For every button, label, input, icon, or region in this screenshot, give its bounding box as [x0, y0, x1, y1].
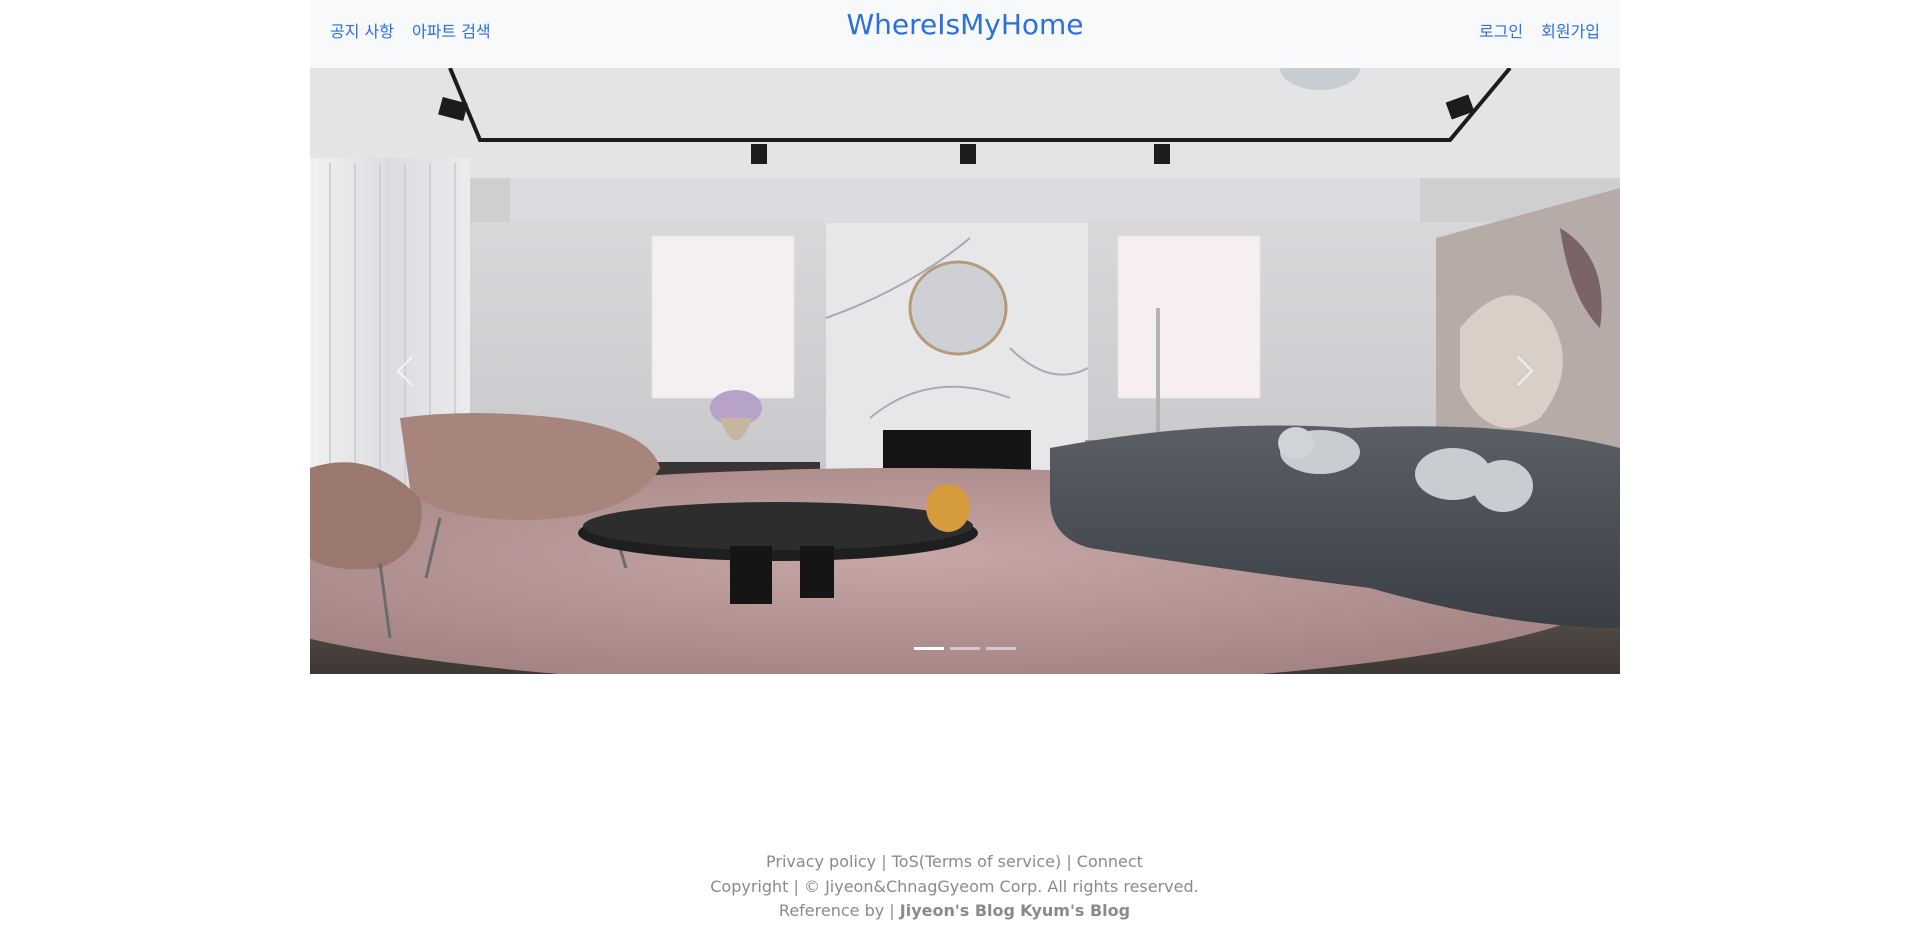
nav-right: 로그인 회원가입 [1479, 0, 1600, 60]
footer: Privacy policy | ToS(Terms of service) |… [0, 850, 1909, 924]
carousel-next-button[interactable] [1450, 68, 1600, 674]
carousel-indicator-2[interactable] [950, 647, 980, 650]
carousel-prev-button[interactable] [330, 68, 480, 674]
connect-link[interactable]: Connect [1077, 852, 1143, 871]
chevron-left-icon [396, 356, 413, 386]
footer-links-row: Privacy policy | ToS(Terms of service) |… [0, 850, 1909, 875]
footer-separator: | [1061, 852, 1077, 871]
copyright-text: Copyright | © Jiyeon&ChnagGyeom Corp. Al… [710, 876, 1199, 896]
jiyeon-blog-link[interactable]: Jiyeon's Blog [900, 901, 1015, 920]
nav-signup-link[interactable]: 회원가입 [1541, 18, 1600, 42]
footer-separator: | [876, 852, 892, 871]
hero-carousel [310, 68, 1620, 674]
navbar: 공지 사항 아파트 검색 WhereIsMyHome 로그인 회원가입 [310, 0, 1620, 68]
tos-link[interactable]: ToS(Terms of service) [892, 852, 1062, 871]
privacy-policy-link[interactable]: Privacy policy [766, 852, 876, 871]
nav-login-link[interactable]: 로그인 [1479, 18, 1523, 42]
living-room-image [310, 68, 1620, 674]
page: 공지 사항 아파트 검색 WhereIsMyHome 로그인 회원가입 Priv… [0, 0, 1909, 926]
carousel-indicator-1[interactable] [914, 647, 944, 650]
reference-row: Reference by | Jiyeon's Blog Kyum's Blog [0, 899, 1909, 924]
carousel-indicators [310, 647, 1620, 650]
carousel-indicator-3[interactable] [986, 647, 1016, 650]
reference-prefix: Reference by | [778, 901, 900, 920]
brand-logo-link[interactable]: WhereIsMyHome [310, 8, 1620, 41]
kyum-blog-link[interactable]: Kyum's Blog [1020, 901, 1130, 920]
chevron-right-icon [1517, 356, 1534, 386]
